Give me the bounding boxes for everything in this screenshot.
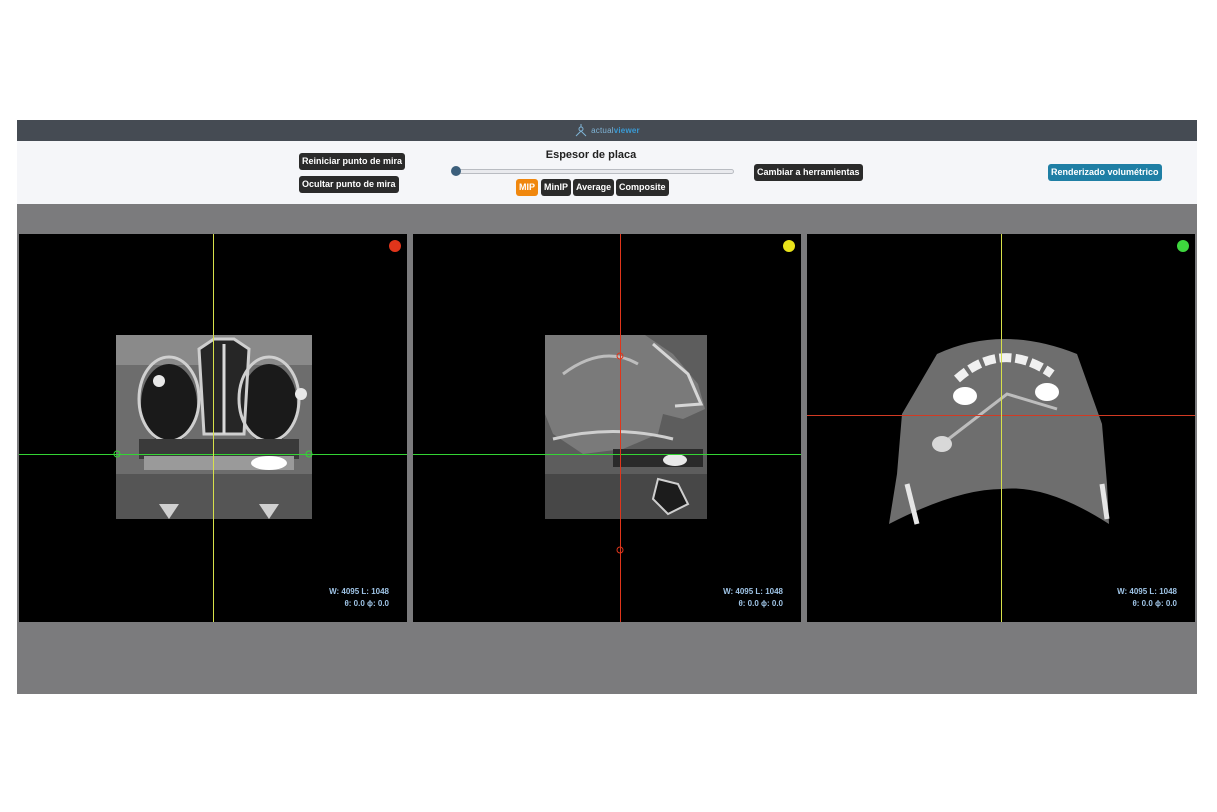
switch-tools-button[interactable]: Cambiar a herramientas <box>754 164 863 181</box>
slab-thickness-slider-thumb[interactable] <box>451 166 461 176</box>
viewport-color-indicator <box>783 240 795 252</box>
angles-text: θ: 0.0 ϕ: 0.0 <box>1132 599 1177 608</box>
app-logo: actualviewer <box>574 124 640 137</box>
hide-crosshair-button[interactable]: Ocultar punto de mira <box>299 176 399 193</box>
viewport-info: W: 4095 L: 1048 θ: 0.0 ϕ: 0.0 <box>1117 586 1177 610</box>
crosshair-handles <box>113 450 313 458</box>
blend-mode-composite-button[interactable]: Composite <box>616 179 669 196</box>
viewport-coronal[interactable]: W: 4095 L: 1048 θ: 0.0 ϕ: 0.0 <box>19 234 407 622</box>
viewports-area: W: 4095 L: 1048 θ: 0.0 ϕ: 0.0 W: 4095 L:… <box>17 204 1197 694</box>
volume-render-button[interactable]: Renderizado volumétrico <box>1048 164 1162 181</box>
slab-thickness-title: Espesor de placa <box>545 149 637 161</box>
viewport-axial[interactable]: W: 4095 L: 1048 θ: 0.0 ϕ: 0.0 <box>807 234 1195 622</box>
window-level-text: W: 4095 L: 1048 <box>1117 587 1177 596</box>
logo-text: actualviewer <box>591 126 640 135</box>
top-bar: actualviewer <box>17 120 1197 141</box>
viewport-sagittal[interactable]: W: 4095 L: 1048 θ: 0.0 ϕ: 0.0 <box>413 234 801 622</box>
angles-text: θ: 0.0 ϕ: 0.0 <box>738 599 783 608</box>
blend-mode-average-button[interactable]: Average <box>573 179 615 196</box>
slab-thickness-slider[interactable] <box>453 169 734 174</box>
crosshair-vertical-line[interactable] <box>1001 234 1002 622</box>
viewport-color-indicator <box>389 240 401 252</box>
reset-crosshair-button[interactable]: Reiniciar punto de mira <box>299 153 406 170</box>
viewport-color-indicator <box>1177 240 1189 252</box>
crosshair-handles <box>616 352 624 554</box>
blend-mode-mip-button[interactable]: MIP <box>516 179 539 196</box>
viewport-info: W: 4095 L: 1048 θ: 0.0 ϕ: 0.0 <box>329 586 389 610</box>
window-level-text: W: 4095 L: 1048 <box>723 587 783 596</box>
viewport-info: W: 4095 L: 1048 θ: 0.0 ϕ: 0.0 <box>723 586 783 610</box>
toolbar: Reiniciar punto de mira Ocultar punto de… <box>17 141 1197 204</box>
window-level-text: W: 4095 L: 1048 <box>329 587 389 596</box>
viewer-app: actualviewer Reiniciar punto de mira Ocu… <box>17 120 1197 694</box>
logo-icon <box>575 124 587 137</box>
blend-mode-minip-button[interactable]: MinIP <box>541 179 571 196</box>
angles-text: θ: 0.0 ϕ: 0.0 <box>344 599 389 608</box>
